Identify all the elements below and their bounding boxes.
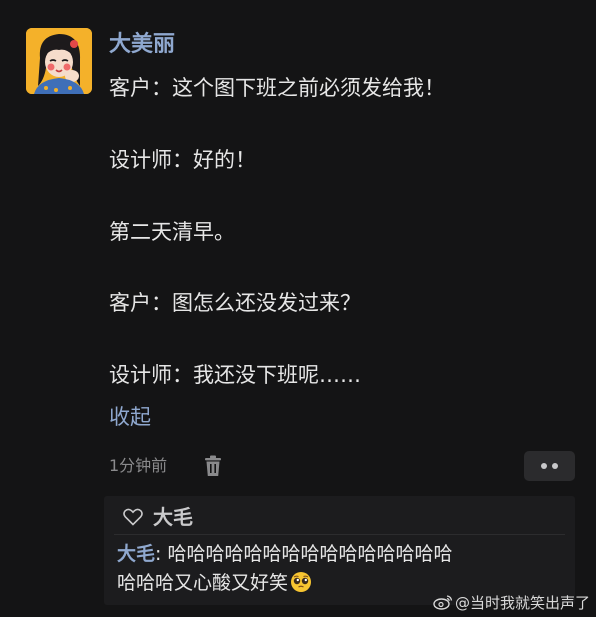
post-line: 客户：图怎么还没发过来？ (109, 291, 361, 315)
divider (114, 534, 565, 535)
reply-separator: : (155, 543, 168, 565)
watermark: @当时我就笑出声了 (433, 593, 590, 613)
more-options-button[interactable] (524, 451, 575, 481)
trash-icon[interactable] (203, 455, 223, 477)
heart-icon[interactable] (123, 508, 143, 526)
more-dots-icon (552, 463, 558, 469)
cartoon-girl-avatar-icon (26, 28, 92, 94)
reply-text-line: 哈哈哈又心酸又好笑 (117, 572, 289, 594)
liker-name[interactable]: 大毛 (153, 502, 193, 532)
post-line: 客户：这个图下班之前必须发给我！ (109, 76, 445, 100)
comment-thread: 大美丽 客户：这个图下班之前必须发给我！ 设计师：好的！ 第二天清早。 客户：图… (0, 0, 596, 617)
reply-author[interactable]: 大毛 (117, 543, 155, 565)
weibo-logo-icon (433, 595, 453, 610)
post-line: 设计师：好的！ (109, 148, 256, 172)
reply-comment[interactable]: 大毛: 哈哈哈哈哈哈哈哈哈哈哈哈哈哈哈 哈哈哈又心酸又好笑 (117, 540, 569, 598)
reply-text-line: 哈哈哈哈哈哈哈哈哈哈哈哈哈哈哈 (167, 543, 453, 565)
post-line: 第二天清早。 (109, 220, 235, 244)
pleading-face-emoji-icon (291, 572, 312, 592)
user-avatar[interactable] (26, 28, 92, 94)
post-line: 设计师：我还没下班呢…… (109, 363, 361, 387)
post-username[interactable]: 大美丽 (109, 30, 175, 60)
post-timestamp: 1分钟前 (109, 456, 168, 475)
reply-line-1: 大毛: 哈哈哈哈哈哈哈哈哈哈哈哈哈哈哈 (117, 540, 569, 569)
watermark-text: @当时我就笑出声了 (454, 594, 590, 612)
reply-box: 大毛 大毛: 哈哈哈哈哈哈哈哈哈哈哈哈哈哈哈 哈哈哈又心酸又好笑 (104, 496, 575, 605)
more-dots-icon (541, 463, 547, 469)
collapse-link[interactable]: 收起 (109, 401, 151, 433)
